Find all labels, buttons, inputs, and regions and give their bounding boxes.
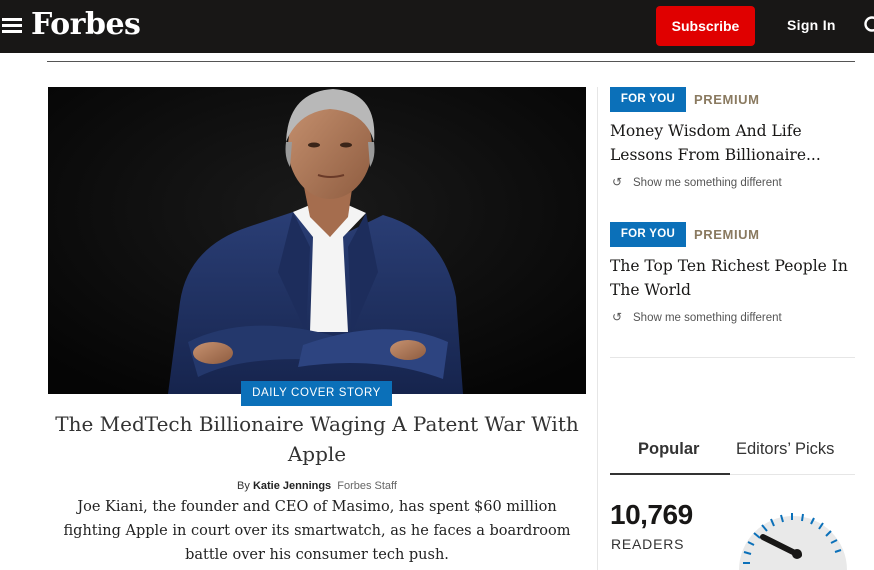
recommended-article-title[interactable]: The Top Ten Richest People In The World <box>610 254 860 302</box>
refresh-icon: ↺ <box>612 175 623 189</box>
daily-cover-story-badge[interactable]: DAILY COVER STORY <box>241 381 392 406</box>
byline: By Katie Jennings Forbes Staff <box>48 480 586 492</box>
premium-label: PREMIUM <box>694 92 760 107</box>
active-tab-indicator <box>610 473 730 475</box>
sidebar-divider <box>610 357 855 358</box>
show-more-label: Show me something different <box>633 312 782 324</box>
premium-label: PREMIUM <box>694 227 760 242</box>
author-link[interactable]: Katie Jennings <box>253 480 331 492</box>
column-divider <box>597 87 598 570</box>
author-role: Forbes Staff <box>337 480 397 492</box>
sign-in-link[interactable]: Sign In <box>787 17 836 33</box>
refresh-icon: ↺ <box>612 310 623 324</box>
byline-prefix: By <box>237 480 250 492</box>
subscribe-button[interactable]: Subscribe <box>656 6 755 46</box>
for-you-tag: FOR YOU <box>610 87 686 112</box>
top-navigation-bar: Forbes Subscribe Sign In <box>0 0 874 53</box>
cover-story-image[interactable] <box>48 87 586 394</box>
forbes-logo[interactable]: Forbes <box>31 6 141 44</box>
recommended-card: FOR YOU PREMIUM The Top Ten Richest Peop… <box>610 222 856 337</box>
tab-editors-picks[interactable]: Editors’ Picks <box>736 440 834 459</box>
show-something-different-link[interactable]: ↺ Show me something different <box>612 310 782 324</box>
search-icon[interactable] <box>862 15 874 42</box>
readers-count: 10,769 <box>610 499 693 530</box>
recommended-card: FOR YOU PREMIUM Money Wisdom And Life Le… <box>610 87 856 202</box>
hamburger-menu-icon[interactable] <box>2 15 22 35</box>
cover-story-headline[interactable]: The MedTech Billionaire Waging A Patent … <box>48 409 586 469</box>
recommended-article-title[interactable]: Money Wisdom And Life Lessons From Billi… <box>610 119 860 167</box>
for-you-tag: FOR YOU <box>610 222 686 247</box>
readers-gauge-icon <box>733 497 853 570</box>
cover-story-summary: Joe Kiani, the founder and CEO of Masimo… <box>63 499 571 563</box>
tab-popular[interactable]: Popular <box>638 440 699 459</box>
readers-label: READERS <box>611 536 685 552</box>
show-more-label: Show me something different <box>633 177 782 189</box>
show-something-different-link[interactable]: ↺ Show me something different <box>612 175 782 189</box>
header-divider <box>47 61 855 62</box>
